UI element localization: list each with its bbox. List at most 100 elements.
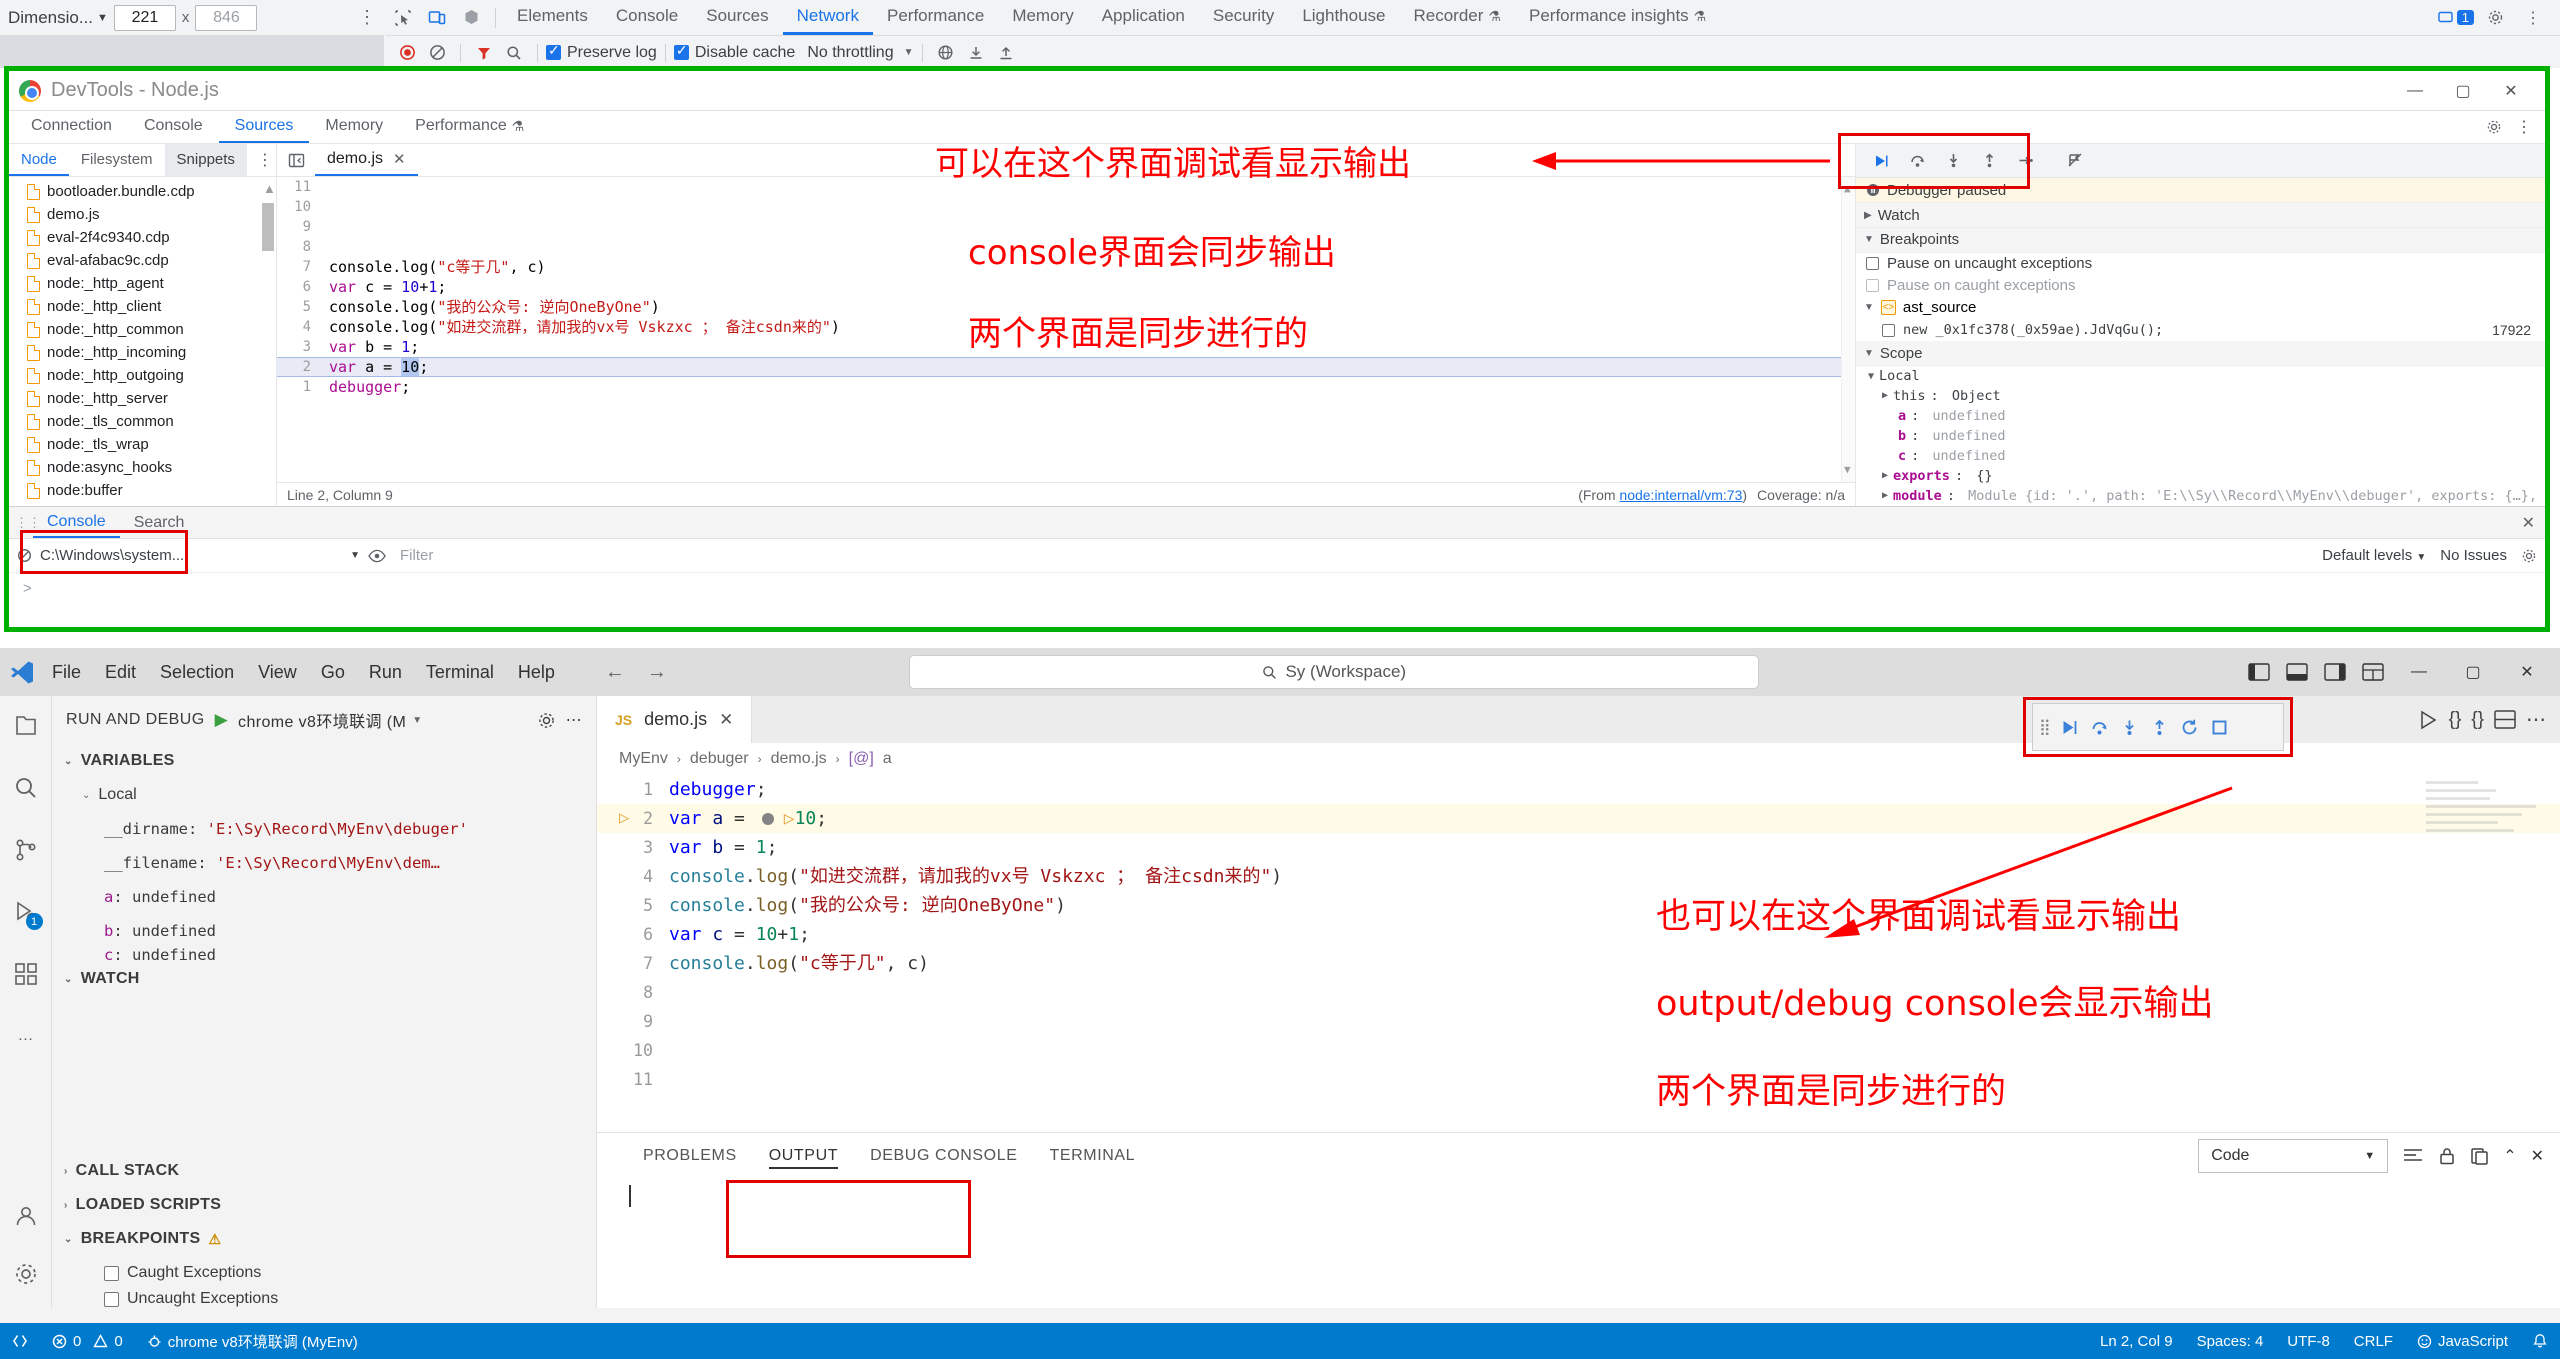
close-button[interactable]: ✕	[2487, 74, 2535, 108]
scrollbar-thumb[interactable]	[262, 203, 274, 251]
section-watch[interactable]: ⌄ WATCH	[52, 962, 596, 996]
code-line[interactable]: 4 console.log("如进交流群，请加我的vx号 Vskzxc ； 备注c…	[597, 862, 2560, 891]
remote-indicator[interactable]	[0, 1323, 40, 1359]
checkbox[interactable]	[1866, 279, 1879, 293]
encoding[interactable]: UTF-8	[2275, 1323, 2342, 1359]
lock-scroll-icon[interactable]	[2438, 1146, 2456, 1166]
clear-console-icon[interactable]	[17, 548, 32, 563]
drawer-tab-search[interactable]: Search	[120, 507, 199, 538]
code-line[interactable]: 8	[597, 978, 2560, 1007]
open-in-editor-icon[interactable]	[2470, 1147, 2489, 1166]
variable-row[interactable]: __dirname: 'E:\Sy\Record\MyEnv\debuger'	[52, 812, 596, 846]
restart-icon[interactable]	[2176, 718, 2204, 737]
breakpoints-section-header[interactable]: ▼ Breakpoints	[1856, 227, 2545, 253]
close-icon[interactable]: ✕	[719, 710, 733, 730]
toggle-panel-icon[interactable]	[2282, 659, 2312, 685]
scope-row[interactable]: ▶ this: Object	[1856, 386, 2545, 406]
export-har-icon[interactable]	[991, 40, 1021, 66]
code-line[interactable]: 1 debugger;	[277, 377, 1855, 397]
breadcrumb-item-debuger[interactable]: debuger	[690, 750, 749, 768]
debug-session-status[interactable]: chrome v8环境联调 (MyEnv)	[135, 1323, 370, 1359]
list-item[interactable]: node:_http_common	[9, 318, 276, 341]
devtools-tab-elements[interactable]: Elements	[503, 0, 602, 35]
settings-gear-icon[interactable]	[2478, 3, 2512, 33]
go-forward-icon[interactable]: →	[647, 661, 667, 684]
more-vertical-icon[interactable]: ⋮	[358, 7, 376, 28]
scope-row[interactable]: ▶ exports: {}	[1856, 466, 2545, 486]
menu-help[interactable]: Help	[506, 657, 567, 687]
chevron-right-icon[interactable]: ▶	[1882, 470, 1888, 481]
step-out-icon[interactable]	[1972, 147, 2006, 175]
network-conditions-icon[interactable]	[931, 40, 961, 66]
open-changes-icon[interactable]: {}	[2471, 709, 2484, 731]
source-control-icon[interactable]	[6, 830, 46, 870]
output-content[interactable]	[597, 1179, 2560, 1308]
node-tab-memory[interactable]: Memory	[309, 111, 399, 143]
section-variables[interactable]: ⌄ VARIABLES	[52, 744, 596, 778]
inline-breakpoint-icon[interactable]	[761, 813, 774, 825]
devtools-tab-performance-insights[interactable]: Performance insights ⚗	[1515, 0, 1720, 35]
problems-status[interactable]: 0 0	[40, 1323, 135, 1359]
command-search-box[interactable]: Sy (Workspace)	[909, 655, 1760, 689]
notifications-bell-icon[interactable]	[2520, 1323, 2560, 1359]
code-line[interactable]: 7 console.log("c等于几", c)	[597, 949, 2560, 978]
code-editor[interactable]: 1 debugger; ▷ 2 var a = ▷10; 3 var b = 1; 4 cons…	[597, 775, 2560, 1132]
file-list-scrollbar[interactable]: ▲	[262, 181, 276, 291]
toggle-secondary-sidebar-icon[interactable]	[2320, 659, 2350, 685]
split-editor-icon[interactable]: {}	[2449, 709, 2462, 731]
breadcrumb-item-symbol-a[interactable]: a	[883, 750, 892, 768]
drag-handle-icon[interactable]: ⋮⋮	[15, 515, 41, 531]
editor-scrollbar[interactable]: ▲ ▼	[1841, 177, 1855, 482]
record-icon[interactable]	[392, 40, 422, 66]
code-line[interactable]: 11	[597, 1065, 2560, 1094]
variable-row[interactable]: a: undefined	[52, 880, 596, 914]
settings-gear-icon[interactable]	[2479, 114, 2509, 140]
scope-local-header[interactable]: ▼ Local	[1856, 366, 2545, 386]
maximize-panel-icon[interactable]: ⌃	[2503, 1146, 2516, 1166]
drag-handle-icon[interactable]: ⣿	[2039, 717, 2054, 737]
preserve-log-checkbox[interactable]	[546, 42, 561, 60]
variable-row[interactable]: c: undefined	[52, 948, 596, 962]
toggle-primary-sidebar-icon[interactable]	[2244, 659, 2274, 685]
dimension-select[interactable]: Dimensio... ▼	[8, 8, 108, 28]
drawer-tab-console[interactable]: Console	[33, 507, 120, 538]
account-icon[interactable]	[6, 1196, 46, 1236]
chevron-right-icon[interactable]: ▶	[1882, 390, 1888, 401]
variable-row[interactable]: b: undefined	[52, 914, 596, 948]
variable-row[interactable]: __filename: 'E:\Sy\Record\MyEnv\dem…	[52, 846, 596, 880]
menu-file[interactable]: File	[40, 657, 93, 687]
customize-layout-icon[interactable]	[2358, 659, 2388, 685]
checkbox[interactable]	[1882, 323, 1895, 337]
device-toggle-icon[interactable]	[420, 3, 454, 33]
chevron-right-icon[interactable]: ▶	[1882, 490, 1888, 501]
code-line[interactable]: 10	[277, 197, 1855, 217]
navigator-tab-snippets[interactable]: Snippets	[164, 144, 247, 176]
debug-config-select[interactable]: chrome v8环境联调 (M ▼	[238, 708, 527, 732]
devtools-tab-network[interactable]: Network	[782, 0, 873, 35]
code-line[interactable]: 6 var c = 10+1;	[597, 920, 2560, 949]
panel-tab-output[interactable]: OUTPUT	[753, 1133, 854, 1179]
devtools-tab-security[interactable]: Security	[1199, 0, 1288, 35]
editor-tab-demo-js[interactable]: JS demo.js ✕	[597, 696, 753, 743]
go-back-icon[interactable]: ←	[605, 661, 625, 684]
code-line[interactable]: 3 var b = 1;	[597, 833, 2560, 862]
inline-debug-icon[interactable]: ▷	[784, 808, 795, 829]
code-line[interactable]: 6 var c = 10+1;	[277, 277, 1855, 297]
node-tab-sources[interactable]: Sources	[218, 111, 310, 143]
output-channel-select[interactable]: Code ▼	[2198, 1139, 2389, 1173]
list-item[interactable]: node:_http_client	[9, 295, 276, 318]
clear-output-icon[interactable]	[2402, 1147, 2424, 1165]
more-vertical-icon[interactable]: ⋮	[2513, 114, 2535, 140]
devtools-tab-console[interactable]: Console	[602, 0, 692, 35]
scope-row[interactable]: ▶ module: Module {id: '.', path: 'E:\\Sy…	[1856, 486, 2545, 506]
debug-settings-gear-icon[interactable]	[537, 711, 556, 730]
resume-icon[interactable]	[1864, 147, 1898, 175]
throttling-select[interactable]: No throttling	[807, 44, 893, 62]
navigator-tab-node[interactable]: Node	[9, 144, 69, 176]
list-item[interactable]: node:buffer	[9, 479, 276, 502]
step-out-icon[interactable]	[2146, 718, 2174, 737]
navigator-tab-filesystem[interactable]: Filesystem	[69, 144, 165, 176]
scope-local[interactable]: ⌄ Local	[52, 778, 596, 812]
import-har-icon[interactable]	[961, 40, 991, 66]
explorer-icon[interactable]	[6, 706, 46, 746]
